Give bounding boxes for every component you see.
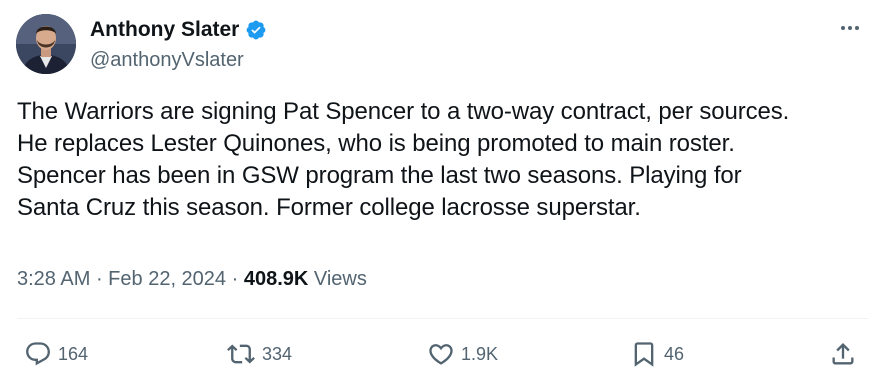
author-name-row: Anthony Slater	[90, 17, 267, 43]
repost-button[interactable]: 334	[226, 336, 292, 372]
tweet-text-line: Spencer has been in GSW program the last…	[17, 162, 742, 189]
tweet-text-line: Santa Cruz this season. Former college l…	[17, 194, 641, 221]
divider	[17, 318, 868, 319]
reply-count: 164	[58, 343, 89, 364]
author-handle[interactable]: @anthonyVslater	[90, 47, 244, 73]
tweet-meta: 3:28 AM · Feb 22, 2024 · 408.9K Views	[17, 266, 367, 292]
author-display-name[interactable]: Anthony Slater	[90, 17, 239, 43]
share-button[interactable]	[829, 336, 857, 372]
tweet-time[interactable]: 3:28 AM	[17, 268, 90, 290]
bookmark-count: 46	[664, 343, 685, 364]
reply-icon	[24, 340, 52, 368]
views-label[interactable]: Views	[308, 268, 367, 290]
repost-icon	[226, 340, 256, 368]
tweet-text-line: He replaces Lester Quinones, who is bein…	[17, 130, 735, 157]
views-count[interactable]: 408.9K	[244, 268, 309, 290]
reply-button[interactable]: 164	[24, 336, 88, 372]
bookmark-icon	[630, 340, 658, 368]
more-icon[interactable]	[835, 18, 865, 38]
tweet-card: Anthony Slater @anthonyVslater The Warri…	[0, 0, 885, 379]
tweet-text: The Warriors are signing Pat Spencer to …	[17, 96, 877, 224]
verified-badge-icon[interactable]	[245, 19, 267, 41]
repost-count: 334	[262, 343, 293, 364]
avatar[interactable]	[16, 14, 76, 74]
avatar-image	[16, 14, 76, 74]
meta-separator: ·	[226, 268, 244, 290]
tweet-text-line: The Warriors are signing Pat Spencer to …	[17, 98, 790, 125]
like-icon	[427, 340, 455, 368]
tweet-date[interactable]: Feb 22, 2024	[108, 268, 226, 290]
meta-separator: ·	[90, 268, 109, 290]
bookmark-button[interactable]: 46	[630, 336, 684, 372]
action-bar: 164 334 1.9K 46	[0, 336, 885, 372]
share-icon	[829, 340, 857, 368]
like-button[interactable]: 1.9K	[427, 336, 498, 372]
like-count: 1.9K	[461, 343, 499, 364]
